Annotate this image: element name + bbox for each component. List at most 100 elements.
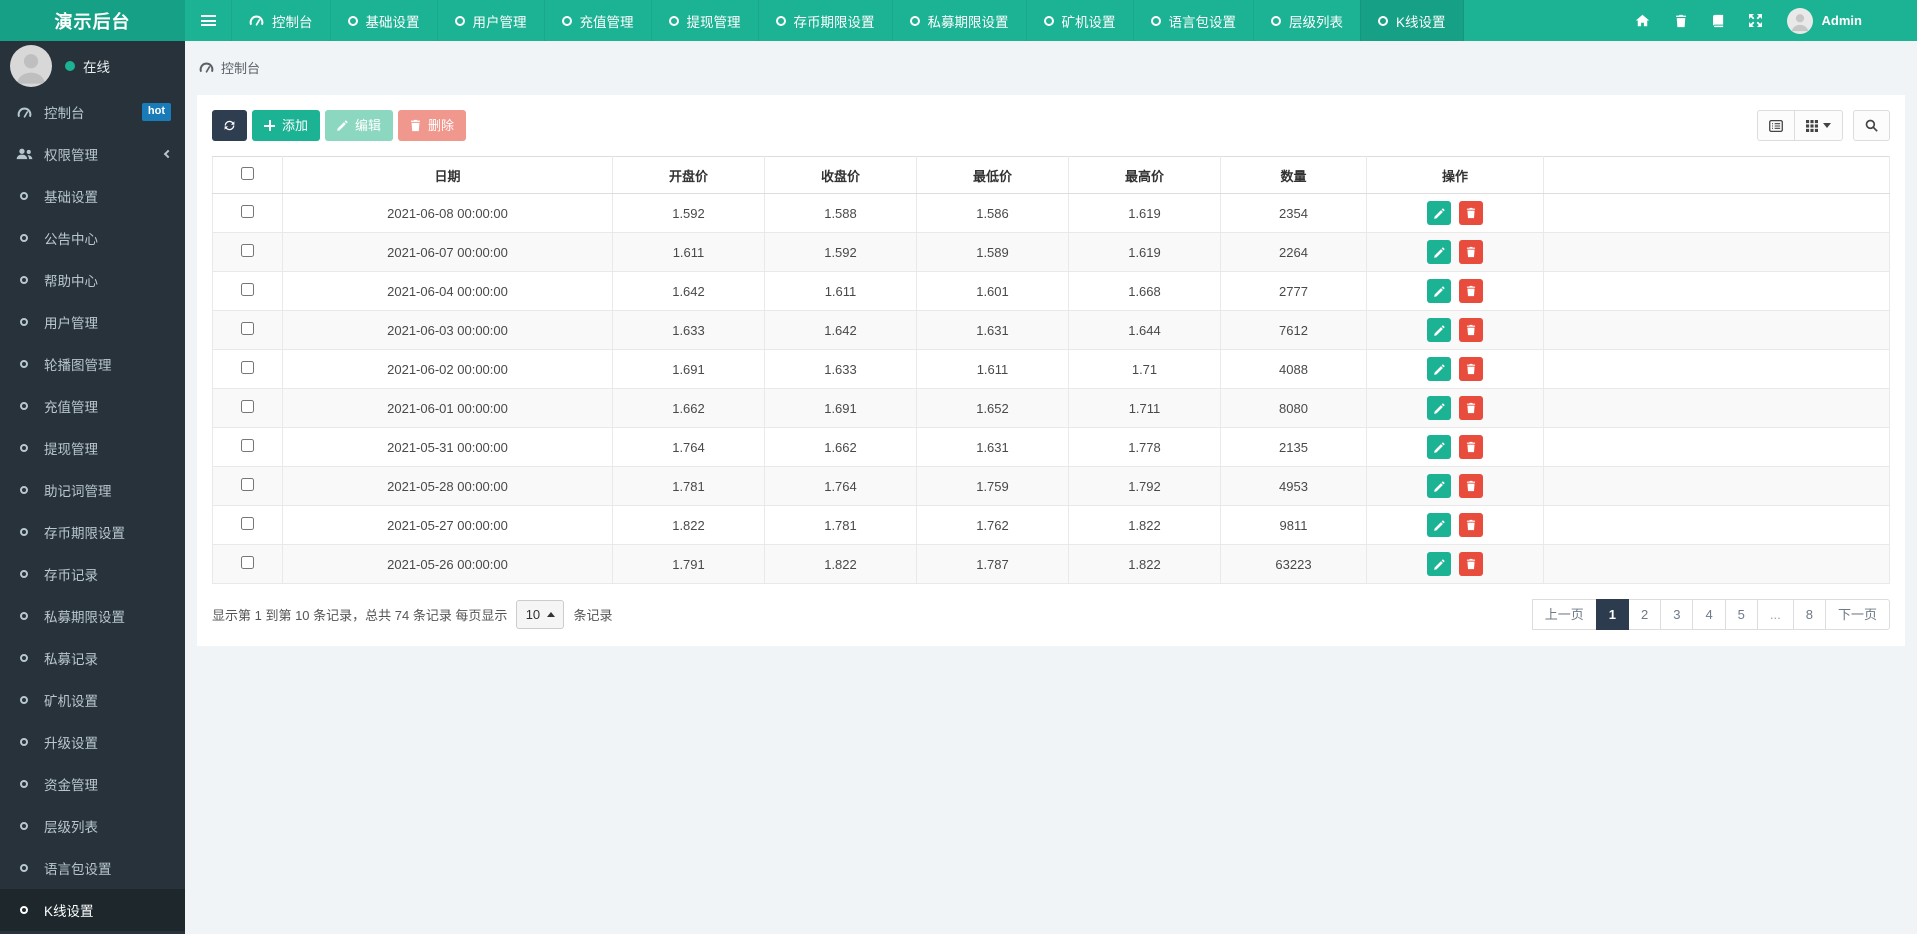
row-delete-button[interactable]	[1458, 551, 1483, 576]
home-icon[interactable]	[1635, 14, 1650, 27]
toolbar-right	[1757, 110, 1890, 141]
row-edit-button[interactable]	[1427, 435, 1452, 460]
row-delete-button[interactable]	[1458, 200, 1483, 225]
sidebar-item-mnemonic-management[interactable]: 助记词管理	[0, 469, 185, 511]
sidebar-toggle-button[interactable]	[185, 0, 231, 41]
edit-button[interactable]: 编辑	[325, 110, 394, 141]
sidebar-item-deposit-term-settings[interactable]: 存币期限设置	[0, 511, 185, 553]
row-checkbox[interactable]	[241, 478, 254, 491]
page-button[interactable]: 5	[1724, 598, 1758, 631]
row-checkbox[interactable]	[241, 400, 254, 413]
sidebar-item-language-pack-settings[interactable]: 语言包设置	[0, 847, 185, 889]
row-checkbox[interactable]	[241, 517, 254, 530]
row-delete-button[interactable]	[1458, 473, 1483, 498]
row-edit-button[interactable]	[1427, 318, 1452, 343]
row-edit-button[interactable]	[1427, 474, 1452, 499]
row-checkbox[interactable]	[241, 244, 254, 257]
nav-item-kline-settings[interactable]: K线设置	[1360, 0, 1464, 41]
table-row[interactable]: 2021-06-03 00:00:00 1.633 1.642 1.631 1.…	[212, 310, 1890, 350]
table-row[interactable]: 2021-05-26 00:00:00 1.791 1.822 1.787 1.…	[212, 544, 1890, 584]
column-header-filler	[1543, 156, 1890, 194]
nav-item-private-sale-term-settings[interactable]: 私募期限设置	[891, 0, 1026, 41]
cell-quantity: 2354	[1220, 193, 1367, 233]
row-delete-button[interactable]	[1458, 239, 1483, 264]
sidebar-item-label: K线设置	[44, 904, 94, 919]
nav-item-language-pack-settings[interactable]: 语言包设置	[1132, 0, 1254, 41]
row-edit-button[interactable]	[1427, 357, 1452, 382]
sidebar-item-level-list[interactable]: 层级列表	[0, 805, 185, 847]
row-checkbox[interactable]	[241, 361, 254, 374]
row-checkbox[interactable]	[241, 322, 254, 335]
row-edit-button[interactable]	[1427, 552, 1452, 577]
sidebar-item-private-sale-term-settings[interactable]: 私募期限设置	[0, 595, 185, 637]
user-menu[interactable]: Admin	[1786, 7, 1862, 34]
delete-button[interactable]: 删除	[398, 110, 467, 141]
sidebar-item-private-sale-records[interactable]: 私募记录	[0, 637, 185, 679]
sidebar-item-kline-settings[interactable]: K线设置	[0, 889, 185, 931]
nav-item-miner-settings[interactable]: 矿机设置	[1025, 0, 1133, 41]
page-button[interactable]: 上一页	[1531, 598, 1597, 631]
nav-item-dashboard[interactable]: 控制台	[231, 0, 330, 41]
search-button[interactable]	[1853, 110, 1890, 141]
row-delete-button[interactable]	[1458, 434, 1483, 459]
sidebar-item-user-management[interactable]: 用户管理	[0, 301, 185, 343]
page-button[interactable]: ...	[1756, 598, 1794, 631]
refresh-button[interactable]	[212, 110, 247, 141]
toggle-view-button[interactable]	[1757, 110, 1795, 141]
page-button[interactable]: 4	[1692, 598, 1726, 631]
row-checkbox[interactable]	[241, 556, 254, 569]
table-row[interactable]: 2021-06-01 00:00:00 1.662 1.691 1.652 1.…	[212, 388, 1890, 428]
circle-icon	[14, 864, 34, 872]
select-all-checkbox[interactable]	[241, 167, 254, 180]
sidebar-item-dashboard[interactable]: 控制台 hot	[0, 91, 185, 133]
sidebar-item-permissions[interactable]: 权限管理	[0, 133, 185, 175]
nav-item-basic-settings[interactable]: 基础设置	[329, 0, 437, 41]
sidebar-item-carousel-management[interactable]: 轮播图管理	[0, 343, 185, 385]
page-button[interactable]: 3	[1660, 598, 1694, 631]
row-checkbox[interactable]	[241, 205, 254, 218]
page-size-select[interactable]: 10	[516, 600, 565, 629]
nav-item-withdrawal-management[interactable]: 提现管理	[650, 0, 758, 41]
row-checkbox[interactable]	[241, 283, 254, 296]
sidebar-item-deposit-records[interactable]: 存币记录	[0, 553, 185, 595]
row-edit-button[interactable]	[1427, 279, 1452, 304]
sidebar-item-basic-settings[interactable]: 基础设置	[0, 175, 185, 217]
row-delete-button[interactable]	[1458, 512, 1483, 537]
row-delete-button[interactable]	[1458, 317, 1483, 342]
table-row[interactable]: 2021-06-02 00:00:00 1.691 1.633 1.611 1.…	[212, 349, 1890, 389]
columns-dropdown-button[interactable]	[1794, 110, 1843, 141]
nav-item-user-management[interactable]: 用户管理	[436, 0, 544, 41]
sidebar-item-funds-management[interactable]: 资金管理	[0, 763, 185, 805]
table-row[interactable]: 2021-05-27 00:00:00 1.822 1.781 1.762 1.…	[212, 505, 1890, 545]
row-edit-button[interactable]	[1427, 513, 1452, 538]
row-delete-button[interactable]	[1458, 278, 1483, 303]
add-button[interactable]: 添加	[252, 110, 321, 141]
table-row[interactable]: 2021-06-08 00:00:00 1.592 1.588 1.586 1.…	[212, 193, 1890, 233]
table-row[interactable]: 2021-05-31 00:00:00 1.764 1.662 1.631 1.…	[212, 427, 1890, 467]
sidebar-item-help-center[interactable]: 帮助中心	[0, 259, 185, 301]
fullscreen-icon[interactable]	[1748, 14, 1762, 27]
sidebar-item-recharge-management[interactable]: 充值管理	[0, 385, 185, 427]
book-icon[interactable]	[1712, 14, 1724, 28]
row-edit-button[interactable]	[1427, 201, 1452, 226]
trash-icon[interactable]	[1675, 14, 1687, 28]
table-row[interactable]: 2021-06-07 00:00:00 1.611 1.592 1.589 1.…	[212, 232, 1890, 272]
page-button[interactable]: 8	[1792, 598, 1826, 631]
table-row[interactable]: 2021-05-28 00:00:00 1.781 1.764 1.759 1.…	[212, 466, 1890, 506]
page-button[interactable]: 1	[1595, 598, 1629, 631]
row-delete-button[interactable]	[1458, 395, 1483, 420]
sidebar-item-miner-settings[interactable]: 矿机设置	[0, 679, 185, 721]
sidebar-item-withdrawal-management[interactable]: 提现管理	[0, 427, 185, 469]
row-edit-button[interactable]	[1427, 396, 1452, 421]
sidebar-item-upgrade-settings[interactable]: 升级设置	[0, 721, 185, 763]
row-delete-button[interactable]	[1458, 356, 1483, 381]
nav-item-level-list[interactable]: 层级列表	[1253, 0, 1360, 41]
nav-item-deposit-term-settings[interactable]: 存币期限设置	[757, 0, 892, 41]
page-button[interactable]: 2	[1627, 598, 1662, 631]
nav-item-recharge-management[interactable]: 充值管理	[543, 0, 651, 41]
table-row[interactable]: 2021-06-04 00:00:00 1.642 1.611 1.601 1.…	[212, 271, 1890, 311]
sidebar-item-announcement-center[interactable]: 公告中心	[0, 217, 185, 259]
page-button[interactable]: 下一页	[1824, 598, 1890, 631]
row-edit-button[interactable]	[1427, 240, 1452, 265]
row-checkbox[interactable]	[241, 439, 254, 452]
